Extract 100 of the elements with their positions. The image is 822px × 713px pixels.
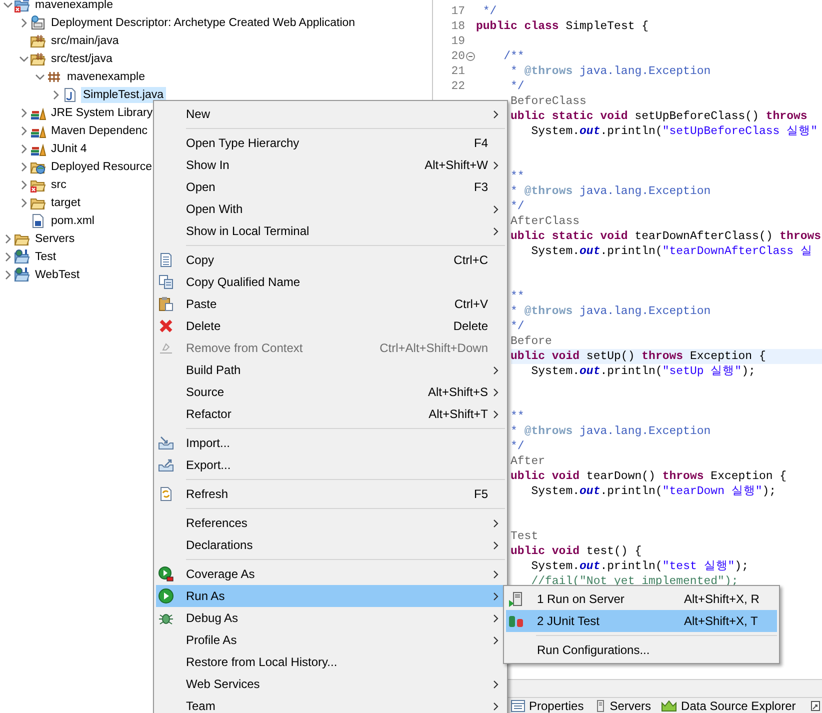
code-line: * @throws java.lang.Exception — [510, 424, 711, 438]
menu-item[interactable]: Export... — [156, 454, 505, 476]
menu-item[interactable]: Show in Local Terminal — [156, 220, 505, 242]
code-line: ublic void tearDown() throws Exception { — [510, 468, 787, 484]
source-folder-icon — [30, 51, 46, 67]
copy-name-icon — [158, 274, 174, 290]
code-line: */ — [510, 78, 524, 94]
code-line: BeforeClass — [510, 94, 586, 108]
code-line: */ — [510, 438, 524, 454]
descriptor-icon — [30, 15, 46, 31]
code-line: */ — [482, 4, 497, 18]
code-line: System.out.println("setUp 실행"); — [530, 364, 756, 378]
view-tab[interactable]: Servers — [610, 698, 652, 712]
code-line: * @throws java.lang.Exception — [510, 184, 711, 198]
code-line: ublic static void setUpBeforeClass() throws — [510, 108, 808, 124]
tree-item[interactable]: JUnit 4 — [49, 141, 89, 157]
tree-item[interactable]: src — [49, 177, 68, 193]
line-number: 21 — [450, 64, 465, 78]
code-line: AfterClass — [510, 214, 580, 228]
tree-item[interactable]: Maven Dependenc — [49, 123, 150, 139]
tree-item[interactable]: mavenexample — [65, 69, 147, 85]
tree-item[interactable]: Test — [33, 249, 58, 265]
menu-item[interactable]: References — [156, 512, 505, 534]
paste-icon — [158, 296, 174, 312]
delete-icon — [158, 318, 174, 334]
menu-item[interactable]: Delete Delete — [156, 315, 505, 337]
line-number: 22 — [450, 80, 465, 92]
menu-item[interactable]: Profile As — [156, 629, 505, 651]
tree-item[interactable]: SimpleTest.java — [81, 87, 166, 103]
menu-item[interactable]: Paste Ctrl+V — [156, 293, 505, 315]
export-icon — [158, 457, 174, 473]
copy-icon — [158, 252, 174, 268]
menu-item[interactable]: Import... — [156, 432, 505, 454]
tree-item[interactable]: src/test/java — [49, 51, 114, 67]
menu-item[interactable]: Restore from Local History... — [156, 651, 505, 673]
view-tab[interactable]: Data Source Explorer — [681, 698, 796, 712]
menu-item[interactable]: Declarations — [156, 534, 505, 556]
refresh-icon — [158, 486, 174, 502]
menu-item[interactable]: Team — [156, 695, 505, 713]
menu-item[interactable]: Coverage As — [156, 563, 505, 585]
coverage-icon — [158, 566, 174, 582]
code-line: System.out.println("test 실행"); — [530, 558, 748, 574]
tree-item[interactable]: target — [49, 195, 82, 211]
tree-item[interactable]: src/main/java — [49, 33, 121, 49]
run-icon — [158, 588, 174, 604]
maximize-icon — [811, 700, 820, 710]
project-folder-icon — [14, 267, 30, 283]
line-number: 19 — [450, 34, 465, 48]
test-icon — [508, 613, 524, 629]
menu-item[interactable]: Open Type Hierarchy F4 — [156, 132, 505, 154]
line-number: 18 — [450, 20, 465, 32]
view-tab[interactable]: Properties — [529, 698, 584, 712]
source-folder-icon — [30, 33, 46, 49]
tree-item[interactable]: JRE System Library — [49, 105, 155, 121]
menu-item[interactable]: New — [156, 103, 505, 125]
menu-item[interactable]: Open F3 — [156, 176, 505, 198]
code-line: Before — [510, 334, 552, 348]
code-line: ** — [510, 168, 524, 184]
code-line: ublic void test() { — [510, 544, 642, 558]
tree-item[interactable]: Servers — [33, 231, 77, 247]
server-icon — [508, 591, 524, 607]
project-folder-icon — [14, 249, 30, 265]
menu-item[interactable]: Copy Qualified Name — [156, 271, 505, 293]
code-line: System.out.println("tearDownAfterClass 실 — [530, 244, 812, 258]
code-line: System.out.println("tearDown 실행"); — [530, 484, 776, 498]
menu-item[interactable]: Build Path — [156, 359, 505, 381]
maven-file-icon — [30, 213, 46, 229]
menu-item[interactable]: Open With — [156, 198, 505, 220]
menu-item[interactable]: Debug As — [156, 607, 505, 629]
tree-item[interactable]: Deployment Descriptor: Archetype Created Web Application — [49, 15, 358, 31]
code-line: public class SimpleTest { — [476, 18, 649, 34]
line-number: 17 — [450, 4, 465, 18]
code-line: */ — [510, 318, 524, 334]
tree-item[interactable]: mavenexample — [33, 0, 115, 13]
menu-item[interactable]: Show In Alt+Shift+W — [156, 154, 505, 176]
java-file-icon — [62, 87, 78, 103]
code-line: /** — [502, 48, 524, 64]
code-line: ublic static void tearDownAfterClass() throws — [510, 228, 822, 244]
code-line: ** — [510, 288, 524, 304]
tree-item[interactable]: WebTest — [33, 267, 82, 283]
code-line: System.out.println("setUpBeforeClass 실행" — [530, 124, 818, 138]
menu-item[interactable]: Refactor Alt+Shift+T — [156, 403, 505, 425]
tree-item[interactable]: pom.xml — [49, 213, 96, 229]
code-line: */ — [510, 198, 524, 214]
import-icon — [158, 435, 174, 451]
package-icon — [46, 69, 62, 85]
menu-item[interactable]: Refresh F5 — [156, 483, 505, 505]
code-line: ** — [510, 408, 524, 424]
menu-item[interactable]: Run Configurations... — [506, 639, 777, 661]
code-line: * @throws java.lang.Exception — [510, 304, 711, 318]
properties-icon — [511, 700, 525, 712]
line-number: 20 — [450, 50, 465, 62]
tree-item[interactable]: Deployed Resource — [49, 159, 154, 175]
menu-item[interactable]: Copy Ctrl+C — [156, 249, 505, 271]
menu-item[interactable]: Run As — [156, 585, 505, 607]
code-line: Test — [510, 528, 538, 544]
menu-item[interactable]: Source Alt+Shift+S — [156, 381, 505, 403]
menu-item[interactable]: 1 Run on Server Alt+Shift+X, R — [506, 588, 777, 610]
menu-item[interactable]: Web Services — [156, 673, 505, 695]
menu-item[interactable]: 2 JUnit Test Alt+Shift+X, T — [506, 610, 777, 632]
